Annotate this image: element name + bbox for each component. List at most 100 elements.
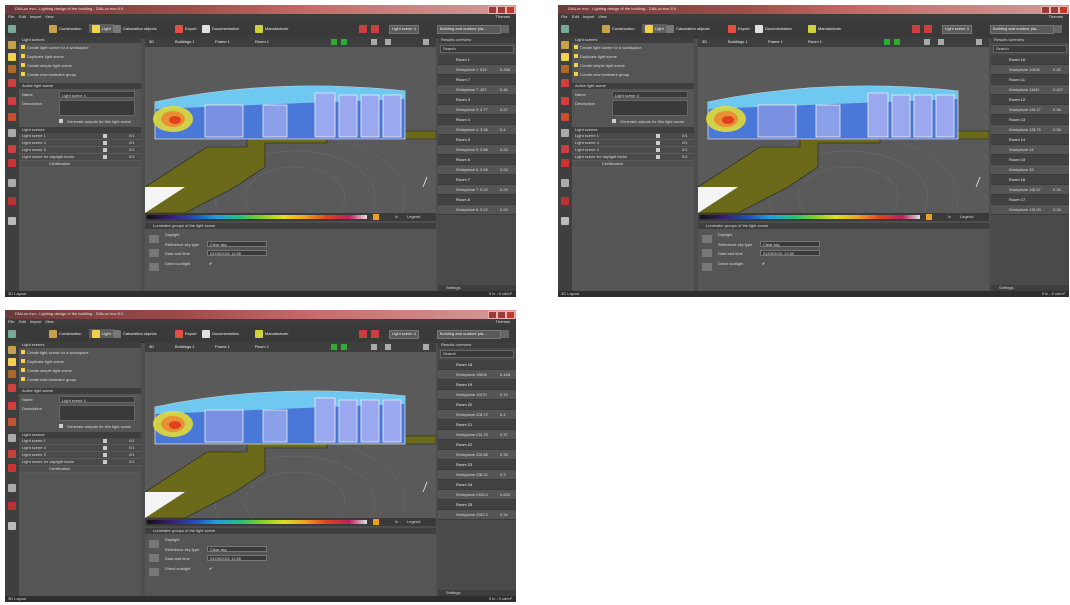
scene-row[interactable]: Light scene 4 0/1 <box>572 140 694 147</box>
results-room-row[interactable]: Room 14 <box>991 135 1069 145</box>
menu-themes[interactable]: Themes <box>496 319 510 324</box>
menu-themes[interactable]: Themes <box>1049 14 1063 19</box>
results-room-row[interactable]: Room 6 <box>438 155 516 165</box>
paint-icon[interactable] <box>8 418 16 426</box>
results-workplane-row[interactable]: Workplane 20 4.72 0.4 <box>438 410 516 420</box>
save-button[interactable] <box>8 329 16 338</box>
checkbox-icon[interactable] <box>656 148 660 152</box>
results-room-row[interactable]: Room 12 <box>991 95 1069 105</box>
menu-view[interactable]: View <box>598 14 607 19</box>
direct-sunlight-row[interactable]: Direct sunlight ✔ <box>165 566 212 571</box>
action-duplicate-scene[interactable]: Duplicate light scene <box>19 357 141 366</box>
results-workplane-row[interactable]: Workplane 24 15.6 0.603 <box>438 490 516 500</box>
legend-label[interactable]: Legend <box>960 214 973 219</box>
fit-view-icon[interactable] <box>501 330 509 338</box>
mode-construction[interactable]: Construction <box>49 24 81 33</box>
zoom-icon[interactable] <box>938 39 944 45</box>
mode-manufacturer[interactable]: Manufacturer <box>808 24 842 33</box>
results-workplane-row[interactable]: Workplane 19 170 0.19 <box>438 390 516 400</box>
certification-row[interactable]: Certification <box>19 466 141 473</box>
date-time-input[interactable]: 01/09/2021 12:00 <box>760 250 820 256</box>
pan-icon[interactable] <box>924 39 930 45</box>
sun-icon[interactable] <box>8 484 16 492</box>
results-workplane-row[interactable]: Workplane 17 3.09 0.28 <box>991 205 1069 215</box>
certification-row[interactable]: Certification <box>19 161 141 168</box>
save-button[interactable] <box>561 24 569 33</box>
arrange-icon[interactable] <box>561 97 569 105</box>
building-select[interactable]: Building and outdoor pla... <box>437 25 501 34</box>
results-room-row[interactable]: Room 10 <box>991 55 1069 65</box>
scene-row[interactable]: Light scene 3 0/1 <box>572 147 694 154</box>
results-room-row[interactable]: Room 3 <box>438 95 516 105</box>
building-icon[interactable] <box>8 346 16 354</box>
door-icon[interactable] <box>8 370 16 378</box>
mode-documentation[interactable]: Documentation <box>755 24 792 33</box>
tools-icon[interactable] <box>8 129 16 137</box>
calculate-icon[interactable] <box>912 25 920 33</box>
room-select[interactable]: Room 1 <box>255 39 269 44</box>
direct-sunlight-row[interactable]: Direct sunlight ✔ <box>165 261 212 266</box>
scene-row[interactable]: Light scene 3 0/1 <box>19 452 141 459</box>
scene-row[interactable]: Light scene 4 0/1 <box>19 140 141 147</box>
results-workplane-row[interactable]: Workplane 7 5.02 0.29 <box>438 185 516 195</box>
results-room-row[interactable]: Room 11 <box>991 75 1069 85</box>
building-select[interactable]: Building and outdoor pla... <box>990 25 1054 34</box>
document-icon[interactable] <box>8 197 16 205</box>
pan-icon[interactable] <box>371 39 377 45</box>
direct-sunlight-row[interactable]: Direct sunlight ✔ <box>718 261 765 266</box>
more-icon[interactable] <box>561 217 569 225</box>
results-workplane-row[interactable]: Workplane 13 3.76 0.38 <box>991 125 1069 135</box>
results-room-row[interactable]: Room 16 <box>991 175 1069 185</box>
results-search-input[interactable]: Search <box>440 350 514 358</box>
results-room-row[interactable]: Room 4 <box>438 115 516 125</box>
action-create-luminaire-group[interactable]: Create new luminaire group <box>19 70 141 79</box>
results-room-row[interactable]: Room 1 <box>438 55 516 65</box>
sun-icon[interactable] <box>561 179 569 187</box>
building-icon[interactable] <box>561 41 569 49</box>
description-input[interactable] <box>59 405 135 421</box>
zoom-icon[interactable] <box>385 39 391 45</box>
action-create-simple-scene[interactable]: Create simple light scene <box>19 61 141 70</box>
light-scene-select[interactable]: Light scene 4 <box>389 25 419 34</box>
results-workplane-row[interactable]: Workplane 23 5.02 0.3 <box>438 470 516 480</box>
camera-icon[interactable] <box>331 344 337 350</box>
generate-outputs-checkbox[interactable]: Generate outputs for this light scene <box>572 118 694 125</box>
certification-row[interactable]: Certification <box>572 161 694 168</box>
camera-icon[interactable] <box>884 39 890 45</box>
mode-manufacturer[interactable]: Manufacturer <box>255 329 289 338</box>
close-icon[interactable] <box>506 311 515 319</box>
camera-icon[interactable] <box>8 145 16 153</box>
legend-settings-icon[interactable] <box>373 214 379 220</box>
maximize-icon[interactable] <box>497 6 506 14</box>
menu-view[interactable]: View <box>45 319 54 324</box>
mode-documentation[interactable]: Documentation <box>202 329 239 338</box>
tools-icon[interactable] <box>561 129 569 137</box>
mode-light[interactable]: Light <box>642 24 667 33</box>
frame-select[interactable]: Frame 1 <box>215 39 230 44</box>
mode-export[interactable]: Export <box>175 24 197 33</box>
generate-outputs-checkbox[interactable]: Generate outputs for this light scene <box>19 118 141 125</box>
results-workplane-row[interactable]: Workplane 5 3.88 0.34 <box>438 145 516 155</box>
select-icon[interactable] <box>894 39 900 45</box>
building-icon[interactable] <box>8 41 16 49</box>
scene-row[interactable]: Light scene for daylight factor 0/1 <box>19 154 141 161</box>
storey-select[interactable]: Buildings 1 <box>728 39 748 44</box>
lightbulb-icon[interactable] <box>561 53 569 61</box>
arrange-icon[interactable] <box>8 402 16 410</box>
results-room-row[interactable]: Room 7 <box>438 75 516 85</box>
results-workplane-row[interactable]: Workplane 3 3.77 0.37 <box>438 105 516 115</box>
lightbulb-icon[interactable] <box>8 53 16 61</box>
results-room-row[interactable]: Room 19 <box>438 380 516 390</box>
results-room-row[interactable]: Room 8 <box>438 195 516 205</box>
storey-select[interactable]: Buildings 1 <box>175 39 195 44</box>
menu-themes[interactable]: Themes <box>496 14 510 19</box>
checkbox-icon[interactable] <box>103 141 107 145</box>
paint-icon[interactable] <box>561 113 569 121</box>
mode-light[interactable]: Light <box>89 329 114 338</box>
menu-import[interactable]: Import <box>583 14 594 19</box>
action-create-simple-scene[interactable]: Create simple light scene <box>19 366 141 375</box>
mode-construction[interactable]: Construction <box>49 329 81 338</box>
name-input[interactable]: Light scene 4 <box>59 396 135 403</box>
mode-calculation-objects[interactable]: Calculation objects <box>113 24 157 33</box>
frame-select[interactable]: Frame 1 <box>768 39 783 44</box>
